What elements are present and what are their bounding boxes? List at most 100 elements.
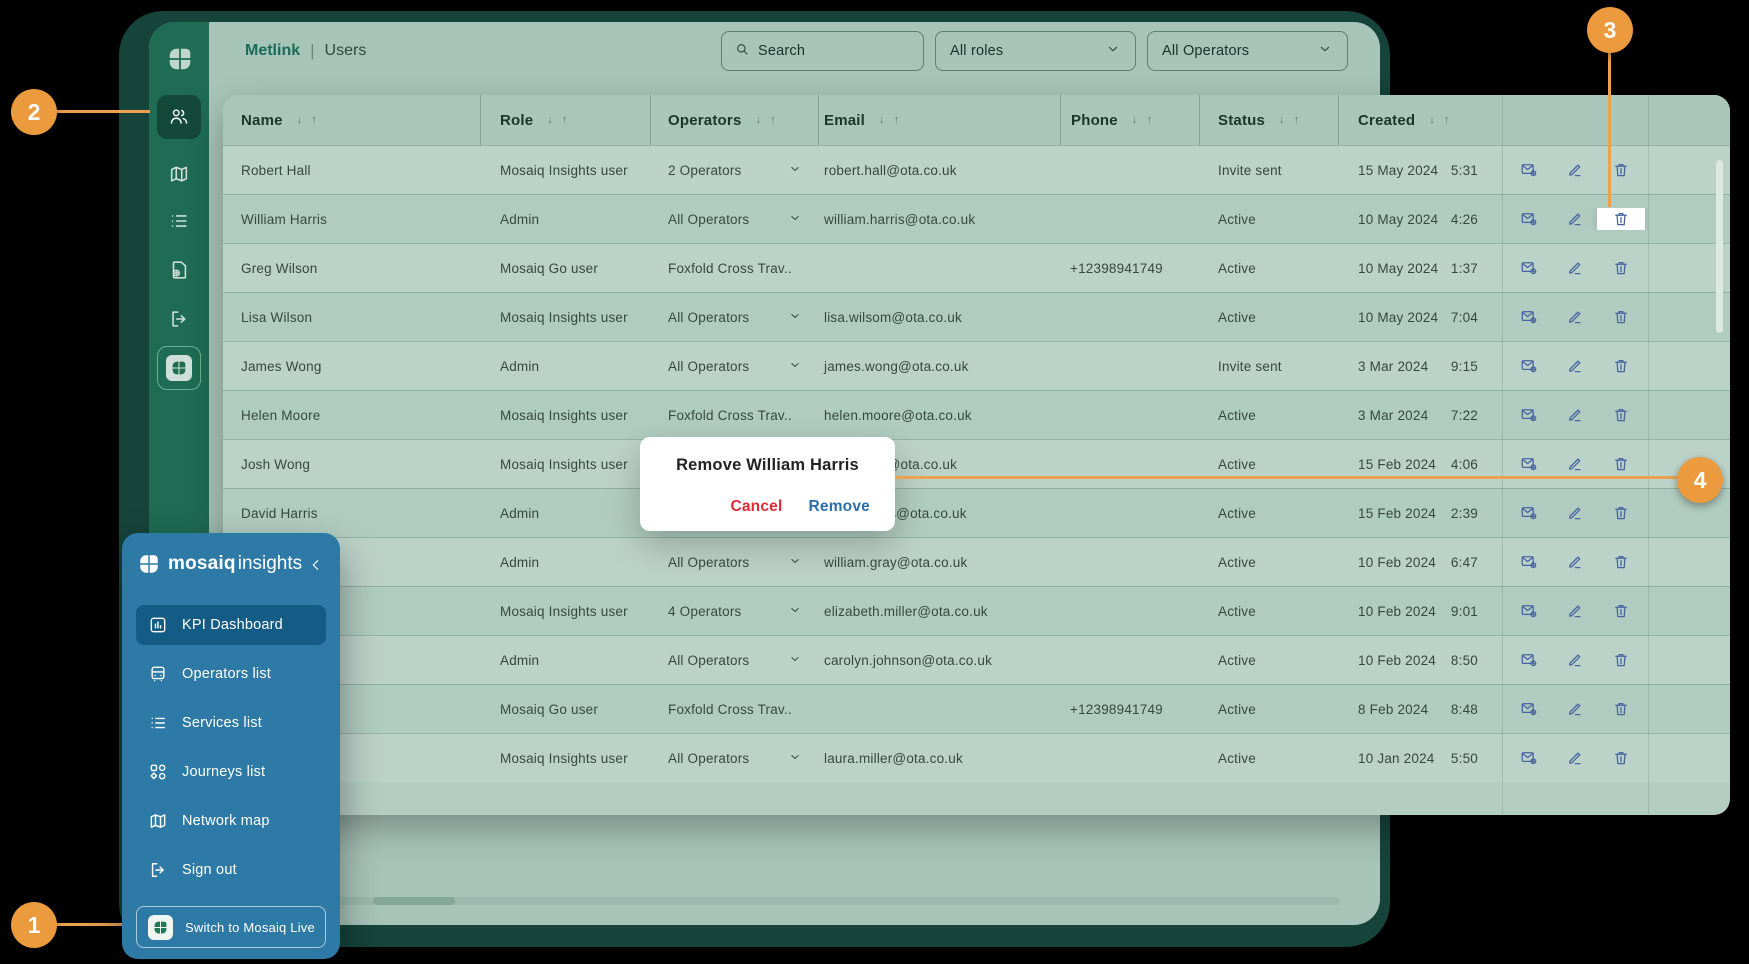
sidebar-item-operators-list[interactable]: Operators list [136, 654, 326, 694]
horizontal-scrollbar-track[interactable] [260, 897, 1340, 905]
created-date: 3 Mar 2024 [1358, 408, 1428, 423]
delete-user-icon[interactable] [1610, 502, 1632, 524]
roles-filter-dropdown[interactable]: All roles [935, 31, 1136, 71]
edit-user-icon[interactable] [1564, 649, 1586, 671]
delete-user-icon[interactable] [1610, 208, 1632, 230]
created-date: 15 Feb 2024 [1358, 457, 1436, 472]
edit-user-icon[interactable] [1564, 257, 1586, 279]
resend-invite-icon[interactable] [1518, 355, 1540, 377]
delete-user-icon[interactable] [1610, 257, 1632, 279]
chevron-down-icon[interactable] [788, 750, 802, 767]
sidebar-item-journeys-list[interactable]: Journeys list [136, 752, 326, 792]
delete-user-icon[interactable] [1610, 698, 1632, 720]
resend-invite-icon[interactable] [1518, 208, 1540, 230]
user-operators[interactable]: Foxfold Cross Trav.. [650, 261, 818, 276]
user-operators[interactable]: Foxfold Cross Trav.. [650, 408, 818, 423]
edit-user-icon[interactable] [1564, 551, 1586, 573]
delete-user-icon[interactable] [1610, 159, 1632, 181]
resend-invite-icon[interactable] [1518, 649, 1540, 671]
user-operators[interactable]: All Operators [650, 211, 818, 228]
delete-user-icon[interactable] [1610, 600, 1632, 622]
rail-list-button[interactable] [157, 199, 201, 243]
horizontal-scrollbar-thumb[interactable] [373, 897, 455, 905]
delete-user-icon[interactable] [1610, 453, 1632, 475]
sort-asc-icon[interactable]: ↑ [562, 114, 568, 126]
cancel-button[interactable]: Cancel [730, 498, 782, 516]
delete-user-icon[interactable] [1610, 649, 1632, 671]
roles-filter-value: All roles [950, 43, 1003, 59]
sort-asc-icon[interactable]: ↑ [1294, 114, 1300, 126]
chevron-down-icon[interactable] [788, 309, 802, 326]
resend-invite-icon[interactable] [1518, 159, 1540, 181]
edit-user-icon[interactable] [1564, 355, 1586, 377]
vertical-scrollbar-thumb[interactable] [1716, 160, 1723, 333]
rail-users-button[interactable] [157, 95, 201, 139]
delete-user-icon[interactable] [1610, 404, 1632, 426]
sort-asc-icon[interactable]: ↑ [311, 114, 317, 126]
user-operators[interactable]: All Operators [650, 309, 818, 326]
search-input[interactable]: Search [721, 31, 924, 71]
rail-file-plus-button[interactable] [157, 248, 201, 292]
chevron-down-icon[interactable] [788, 162, 802, 179]
user-operators[interactable]: All Operators [650, 750, 818, 767]
edit-user-icon[interactable] [1564, 404, 1586, 426]
sidebar-item-sign-out[interactable]: Sign out [136, 850, 326, 890]
user-operators[interactable]: Foxfold Cross Trav.. [650, 702, 818, 717]
resend-invite-icon[interactable] [1518, 600, 1540, 622]
user-operators[interactable]: All Operators [650, 358, 818, 375]
edit-user-icon[interactable] [1564, 159, 1586, 181]
resend-invite-icon[interactable] [1518, 698, 1540, 720]
sort-asc-icon[interactable]: ↑ [894, 114, 900, 126]
delete-user-icon[interactable] [1610, 306, 1632, 328]
user-operators[interactable]: All Operators [650, 554, 818, 571]
edit-user-icon[interactable] [1564, 306, 1586, 328]
chevron-down-icon[interactable] [788, 603, 802, 620]
resend-invite-icon[interactable] [1518, 502, 1540, 524]
sort-desc-icon[interactable]: ↓ [297, 114, 303, 126]
collapse-sidebar-icon[interactable] [308, 557, 324, 573]
sidebar-item-services-list[interactable]: Services list [136, 703, 326, 743]
sort-desc-icon[interactable]: ↓ [1429, 114, 1435, 126]
user-created: 3 Mar 20249:15 [1338, 359, 1502, 374]
resend-invite-icon[interactable] [1518, 551, 1540, 573]
user-operators[interactable]: 2 Operators [650, 162, 818, 179]
resend-invite-icon[interactable] [1518, 404, 1540, 426]
sidebar-item-kpi-dashboard[interactable]: KPI Dashboard [136, 605, 326, 645]
sort-desc-icon[interactable]: ↓ [547, 114, 553, 126]
operators-filter-dropdown[interactable]: All Operators [1147, 31, 1348, 71]
switch-to-mosaiq-live-button[interactable]: Switch to Mosaiq Live [136, 906, 326, 948]
sort-asc-icon[interactable]: ↑ [1147, 114, 1153, 126]
chevron-down-icon[interactable] [788, 554, 802, 571]
sort-desc-icon[interactable]: ↓ [756, 114, 762, 126]
user-role: Mosaiq Go user [480, 261, 650, 276]
user-operators[interactable]: All Operators [650, 652, 818, 669]
chevron-down-icon[interactable] [788, 211, 802, 228]
rail-sign-out-button[interactable] [157, 297, 201, 341]
edit-user-icon[interactable] [1564, 208, 1586, 230]
edit-user-icon[interactable] [1564, 698, 1586, 720]
user-operators[interactable]: 4 Operators [650, 603, 818, 620]
resend-invite-icon[interactable] [1518, 257, 1540, 279]
edit-user-icon[interactable] [1564, 453, 1586, 475]
rail-switch-button[interactable] [157, 346, 201, 390]
resend-invite-icon[interactable] [1518, 747, 1540, 769]
remove-button[interactable]: Remove [808, 498, 870, 516]
sort-desc-icon[interactable]: ↓ [879, 114, 885, 126]
rail-map-button[interactable] [157, 152, 201, 196]
mosaiq-logo-icon [138, 553, 160, 575]
edit-user-icon[interactable] [1564, 502, 1586, 524]
edit-user-icon[interactable] [1564, 600, 1586, 622]
edit-user-icon[interactable] [1564, 747, 1586, 769]
sort-desc-icon[interactable]: ↓ [1279, 114, 1285, 126]
sidebar-item-network-map[interactable]: Network map [136, 801, 326, 841]
resend-invite-icon[interactable] [1518, 306, 1540, 328]
sort-asc-icon[interactable]: ↑ [1444, 114, 1450, 126]
resend-invite-icon[interactable] [1518, 453, 1540, 475]
delete-user-icon[interactable] [1610, 747, 1632, 769]
sort-asc-icon[interactable]: ↑ [770, 114, 776, 126]
chevron-down-icon[interactable] [788, 652, 802, 669]
sort-desc-icon[interactable]: ↓ [1132, 114, 1138, 126]
delete-user-icon[interactable] [1610, 355, 1632, 377]
delete-user-icon[interactable] [1610, 551, 1632, 573]
chevron-down-icon[interactable] [788, 358, 802, 375]
